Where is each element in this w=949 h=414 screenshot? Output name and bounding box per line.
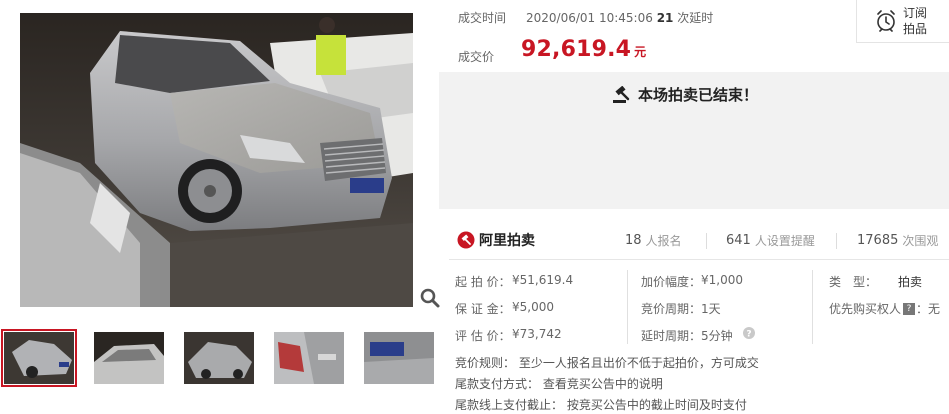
increment-value: ¥1,000 [701,273,743,287]
stat-divider [836,233,837,249]
delay-cycle-value: 5分钟 [701,329,733,343]
deal-price-value: 92,619.4 [521,37,632,62]
delay-suffix: 次延时 [677,11,714,25]
divider [449,259,949,260]
column-divider [627,270,628,344]
increment-label: 加价幅度： [641,275,702,289]
ali-auction-logo-icon [457,231,475,249]
thumbnail-3[interactable] [184,332,254,384]
online-payment-deadline: 尾款线上支付截止： 按竞买公告中的截止时间及时支付 [455,398,747,412]
thumbnail-image [94,332,164,384]
thumbnail-image [364,332,434,384]
start-price-value: ¥51,619.4 [512,273,574,287]
subscribe-button[interactable]: 订阅 拍品 [856,0,949,43]
priority-help-badge[interactable]: ? [903,302,916,315]
svg-text:?: ? [746,330,751,340]
thumbnail-1[interactable] [1,329,77,387]
thumbnail-image [274,332,344,384]
delay-count: 21 [656,11,674,25]
auction-ended-message: 本场拍卖已结束！ [612,84,758,105]
stat-reminders-unit: 人设置提醒 [754,234,815,248]
deal-price-unit: 元 [634,45,647,59]
bid-rule: 竞价规则： 至少一人报名且出价不低于起拍价，方可成交 [455,356,759,370]
deal-time-label: 成交时间 [458,11,507,25]
stat-signups: 18 人报名 [625,232,682,249]
gavel-icon [613,85,630,103]
priority-buyer: 优先购买权人 ? ：无 [829,300,940,317]
deposit-label: 保 证 金： [455,302,511,316]
column-divider [812,270,813,344]
bid-cycle-label: 竞价周期： [641,302,702,316]
deal-price-label: 成交价 [458,50,495,64]
thumbnail-image [184,332,254,384]
thumbnail-5[interactable] [364,332,434,384]
type-label: 类 型： [829,275,878,289]
deal-time: 2020/06/01 10:45:06 21 次延时 [526,9,713,26]
stat-reminders-num: 641 [726,233,751,248]
ali-auction-brand[interactable]: 阿里拍卖 [457,230,535,250]
payment-method: 尾款支付方式： 查看竞买公告中的说明 [455,377,663,391]
priority-buyer-value: ：无 [916,302,941,316]
stat-signups-unit: 人报名 [645,234,682,248]
deposit-value: ¥5,000 [512,300,554,314]
bid-cycle-value: 1天 [701,302,721,316]
main-photo[interactable] [20,13,413,307]
stat-divider [706,233,707,249]
assess-price-label: 评 估 价： [455,329,511,343]
stat-views: 17685 次围观 [857,232,938,249]
help-icon[interactable]: ? [743,327,755,339]
start-price-label: 起 拍 价： [455,275,511,289]
subscribe-label-line1: 订阅 [903,6,928,20]
assess-price-value: ¥73,742 [512,327,562,341]
priority-buyer-label: 优先购买权人 [829,302,902,316]
stat-views-unit: 次围观 [902,234,939,248]
subscribe-label: 订阅 拍品 [903,5,927,37]
thumbnail-image [4,332,74,384]
stat-views-num: 17685 [857,233,899,248]
deal-price: 92,619.4 元 [521,37,646,62]
thumbnail-4[interactable] [274,332,344,384]
auction-ended-text: 本场拍卖已结束！ [638,86,759,104]
ali-auction-name: 阿里拍卖 [479,233,535,249]
stat-reminders: 641 人设置提醒 [726,232,815,249]
delay-cycle-label: 延时周期： [641,329,702,343]
thumbnail-2[interactable] [94,332,164,384]
alarm-clock-icon [877,10,895,32]
stat-signups-num: 18 [625,233,642,248]
car-photo-illustration [20,13,413,307]
deal-time-value: 2020/06/01 10:45:06 [526,11,653,25]
subscribe-label-line2: 拍品 [903,22,928,36]
zoom-icon[interactable] [418,286,442,310]
type-value: 拍卖 [898,275,923,289]
